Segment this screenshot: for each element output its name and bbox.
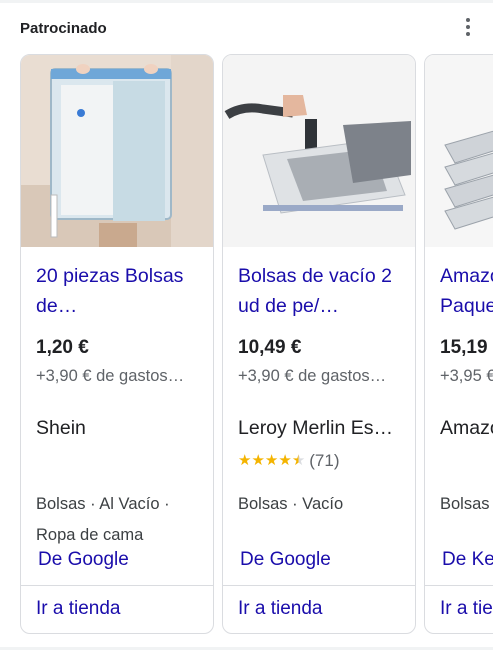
- rating-stars: ★ ★ ★ ★ ★: [238, 452, 305, 470]
- half-star-icon: ★: [291, 452, 306, 469]
- shipping-cost: +3,95 € de gastos…: [440, 367, 493, 385]
- card-divider: [223, 585, 415, 586]
- product-image[interactable]: [425, 55, 493, 247]
- product-title[interactable]: Amazon Paquete…: [440, 261, 493, 321]
- star-icon: ★: [264, 452, 279, 469]
- star-icon: ★: [251, 452, 265, 469]
- card-divider: [21, 585, 213, 586]
- product-card[interactable]: 20 piezas Bolsas de… 1,20 € +3,90 € de g…: [20, 54, 214, 634]
- product-categories: Bolsas · Al Vacío · Ropa de cama: [36, 495, 170, 544]
- shipping-cost: +3,90 € de gastos…: [238, 367, 387, 385]
- store-name: Shein: [36, 417, 86, 439]
- source-link[interactable]: De Keepa: [442, 549, 493, 571]
- star-icon: ★: [238, 452, 252, 469]
- product-image[interactable]: [21, 55, 213, 247]
- product-price: 10,49 €: [238, 337, 302, 358]
- more-vert-icon[interactable]: [458, 15, 478, 39]
- top-divider: [0, 0, 493, 3]
- visit-store-button[interactable]: Ir a tienda: [238, 598, 323, 620]
- shipping-cost: +3,90 € de gastos…: [36, 367, 185, 385]
- product-price: 1,20 €: [36, 337, 89, 358]
- card-divider: [425, 585, 493, 586]
- product-card[interactable]: Bolsas de vacío 2 ud de pe/… 10,49 € +3,…: [222, 54, 416, 634]
- sponsored-label: Patrocinado: [20, 20, 107, 37]
- product-title[interactable]: Bolsas de vacío 2 ud de pe/…: [238, 261, 403, 321]
- product-title[interactable]: 20 piezas Bolsas de…: [36, 261, 201, 321]
- sponsored-header: Patrocinado: [0, 10, 493, 46]
- product-price: 15,19 €: [440, 337, 493, 358]
- product-image[interactable]: [223, 55, 415, 247]
- product-carousel[interactable]: 20 piezas Bolsas de… 1,20 € +3,90 € de g…: [0, 54, 493, 636]
- star-icon: ★: [278, 452, 292, 469]
- product-card[interactable]: Amazon Paquete… 15,19 € +3,95 € de gasto…: [424, 54, 493, 634]
- product-rating: ★ ★ ★ ★ ★ (71): [238, 451, 340, 471]
- source-link[interactable]: De Google: [38, 549, 129, 571]
- product-categories: Bolsas · Vacío: [238, 495, 344, 513]
- review-count[interactable]: (71): [309, 451, 339, 471]
- store-name: Leroy Merlin Es…: [238, 417, 393, 439]
- source-link[interactable]: De Google: [240, 549, 331, 571]
- visit-store-button[interactable]: Ir a tienda: [36, 598, 121, 620]
- visit-store-button[interactable]: Ir a tienda: [440, 598, 493, 620]
- store-name: Amazon: [440, 417, 493, 439]
- product-categories: Bolsas: [440, 495, 490, 513]
